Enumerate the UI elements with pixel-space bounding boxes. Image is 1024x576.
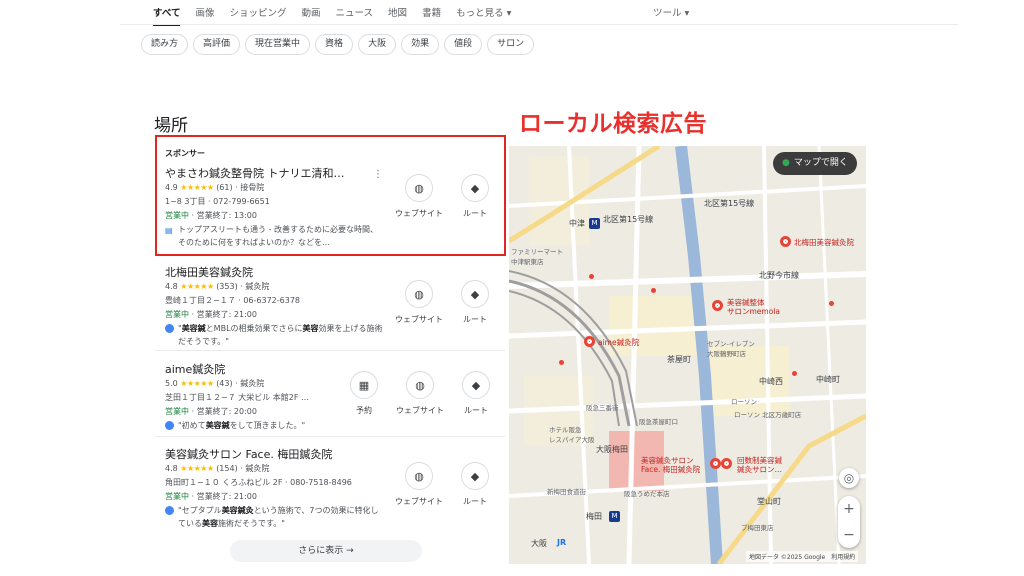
filter-chips: 読み方 高評価 現在営業中 資格 大阪 効果 値段 サロン	[141, 34, 535, 55]
map-view[interactable]: M 中津 北区第15号線 北区第15号線 北野今市線 ファミリーマート 中津駅東…	[509, 146, 866, 564]
directions-icon: ◆	[462, 371, 490, 399]
booking-button[interactable]: ▦ 予約	[343, 371, 385, 416]
stars-icon: ★★★★★	[180, 183, 214, 192]
my-location-icon[interactable]: ◎	[839, 468, 859, 488]
listing-name[interactable]: 北梅田美容鍼灸院	[165, 264, 505, 280]
chip-yomikata[interactable]: 読み方	[141, 34, 189, 55]
directions-icon: ◆	[461, 174, 489, 202]
map-pin[interactable]	[721, 458, 732, 469]
station-icon: M	[589, 218, 600, 229]
tab-books[interactable]: 書籍	[422, 5, 441, 21]
user-avatar-icon	[165, 324, 174, 333]
listing-review: "セプタプル美容鍼灸という施術で、7つの効果に特化している美容施術だそうです。"	[165, 504, 385, 530]
map-pin[interactable]	[712, 300, 723, 311]
listing-name[interactable]: 美容鍼灸サロン Face. 梅田鍼灸院	[165, 446, 505, 462]
zoom-in-button[interactable]: +	[843, 501, 855, 517]
map-dot	[829, 301, 834, 306]
sponsor-label: スポンサー	[165, 149, 205, 158]
tab-news[interactable]: ニュース	[336, 5, 374, 21]
chip-osaka[interactable]: 大阪	[358, 34, 397, 55]
stars-icon: ★★★★★	[180, 379, 214, 388]
tab-maps[interactable]: 地図	[388, 5, 407, 21]
list-divider	[155, 436, 505, 437]
listing-actions: ◍ ウェブサイト ◆ ルート	[395, 280, 496, 325]
map-pin[interactable]	[584, 336, 595, 347]
stars-icon: ★★★★★	[180, 464, 214, 473]
tab-images[interactable]: 画像	[195, 5, 214, 21]
maps-pin-icon: ●	[782, 158, 790, 168]
chip-open-now[interactable]: 現在営業中	[245, 34, 311, 55]
list-divider	[155, 350, 505, 351]
map-pin[interactable]	[780, 236, 791, 247]
website-button[interactable]: ◍ ウェブサイト	[395, 462, 443, 507]
search-tabs: すべて 画像 ショッピング 動画 ニュース 地図 書籍 もっと見る ▾	[153, 5, 526, 21]
globe-icon: ◍	[405, 462, 433, 490]
listing-actions: ◍ ウェブサイト ◆ ルート	[395, 462, 496, 507]
route-button[interactable]: ◆ ルート	[454, 462, 496, 507]
user-avatar-icon	[165, 506, 174, 515]
open-in-maps-button[interactable]: ● マップで開く	[773, 152, 857, 175]
tab-all[interactable]: すべて	[153, 5, 180, 21]
listing-actions: ▦ 予約 ◍ ウェブサイト ◆ ルート	[343, 371, 497, 416]
calendar-icon: ▦	[350, 371, 378, 399]
listing-actions: ◍ ウェブサイト ◆ ルート	[395, 174, 496, 219]
chip-effect[interactable]: 効果	[401, 34, 440, 55]
listing-review: ▤ トップアスリートも通う - 改善するために必要な時間、そのために何をすればよい…	[165, 225, 378, 247]
tab-videos[interactable]: 動画	[302, 5, 321, 21]
chip-salon[interactable]: サロン	[487, 34, 535, 55]
globe-icon: ◍	[405, 174, 433, 202]
website-button[interactable]: ◍ ウェブサイト	[395, 174, 443, 219]
chip-price[interactable]: 値段	[444, 34, 483, 55]
map-attribution: 地図データ ©2025 Google 利用規約	[746, 551, 859, 562]
places-title: 場所	[154, 116, 188, 136]
route-button[interactable]: ◆ ルート	[454, 280, 496, 325]
route-button[interactable]: ◆ ルート	[455, 371, 497, 416]
map-dot	[559, 360, 564, 365]
route-button[interactable]: ◆ ルート	[454, 174, 496, 219]
globe-icon: ◍	[405, 280, 433, 308]
zoom-out-button[interactable]: −	[843, 527, 855, 543]
map-pin[interactable]	[710, 458, 721, 469]
stars-icon: ★★★★★	[180, 282, 214, 291]
chip-high-rating[interactable]: 高評価	[193, 34, 241, 55]
more-results-button[interactable]: さらに表示 →	[230, 540, 422, 562]
directions-icon: ◆	[461, 462, 489, 490]
ad-icon: ▤	[165, 226, 173, 235]
user-avatar-icon	[165, 421, 174, 430]
nav-divider	[120, 24, 958, 25]
tab-more[interactable]: もっと見る ▾	[456, 5, 511, 21]
zoom-control: + −	[838, 496, 860, 548]
map-dot	[651, 288, 656, 293]
globe-icon: ◍	[406, 371, 434, 399]
listing-review: "美容鍼とMBLの相乗効果でさらに美容効果を上げる施術だそうです。"	[165, 322, 385, 348]
station-icon: M	[609, 511, 620, 522]
listing-review: "初めて美容鍼をして頂きました。"	[165, 419, 385, 432]
chip-license[interactable]: 資格	[315, 34, 354, 55]
map-dot	[589, 274, 594, 279]
local-search-ad-heading: ローカル検索広告	[519, 111, 707, 137]
website-button[interactable]: ◍ ウェブサイト	[395, 280, 443, 325]
website-button[interactable]: ◍ ウェブサイト	[396, 371, 444, 416]
more-options-icon[interactable]: ⋮	[373, 169, 383, 180]
directions-icon: ◆	[461, 280, 489, 308]
map-dot	[792, 371, 797, 376]
tools-button[interactable]: ツール ▾	[653, 5, 689, 19]
tab-shopping[interactable]: ショッピング	[229, 5, 286, 21]
